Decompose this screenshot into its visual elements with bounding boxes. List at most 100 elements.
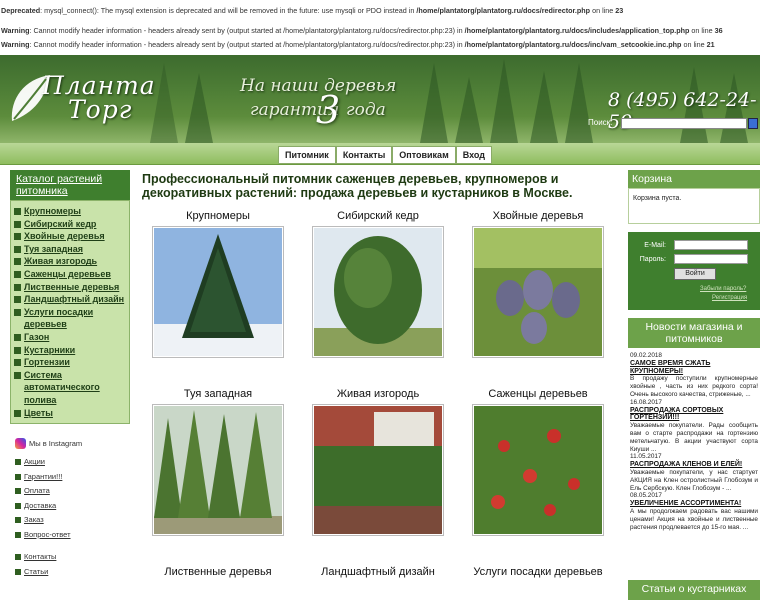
php-warning-1: Deprecated: mysql_connect(): The mysql e… <box>1 6 624 15</box>
catalog-item[interactable]: Крупномеры <box>14 205 126 218</box>
square-bullet-icon <box>14 409 21 417</box>
news-title[interactable]: Новости магазина и питомников <box>628 318 760 348</box>
catalog-item[interactable]: Система автоматического полива <box>14 369 126 407</box>
news-date: 08.05.2017 <box>630 492 662 500</box>
forgot-password-link[interactable]: Забыли пароль? <box>700 286 746 292</box>
catalog-item[interactable]: Хвойные деревья <box>14 230 126 243</box>
news-item: 08.05.2017 УВЕЛИЧЕНИЕ АССОРТИМЕНТА! А мы… <box>630 492 758 531</box>
catalog-item[interactable]: Ландшафтный дизайн <box>14 293 126 306</box>
instagram-icon <box>15 438 26 450</box>
product-title[interactable]: Живая изгородь <box>310 388 446 404</box>
news-text: А мы продолжаем радовать вас нашими цена… <box>630 507 758 531</box>
square-bullet-icon <box>15 473 21 480</box>
square-bullet-icon <box>15 517 21 524</box>
slogan-line-3: года <box>346 100 386 120</box>
news-headline[interactable]: РАСПРОДАЖА КЛЕНОВ И ЕЛЕЙ! <box>630 461 758 469</box>
product-title[interactable]: Туя западная <box>150 388 286 404</box>
product-card[interactable]: Сибирский кедр <box>310 210 446 358</box>
email-label: E-Mail: <box>644 242 666 249</box>
product-card[interactable]: Ландшафтный дизайн <box>310 566 446 582</box>
catalog-item[interactable]: Сибирский кедр <box>14 218 126 231</box>
product-card[interactable]: Живая изгородь <box>310 388 446 536</box>
square-bullet-icon <box>14 359 21 367</box>
nav-login[interactable]: Вход <box>455 146 492 164</box>
product-title[interactable]: Сибирский кедр <box>310 210 446 226</box>
square-bullet-icon <box>15 568 21 575</box>
password-field[interactable] <box>674 254 748 264</box>
slogan-number: 3 <box>316 88 341 132</box>
catalog-item[interactable]: Цветы <box>14 407 126 420</box>
logo-text-torg: Торг <box>68 95 133 124</box>
product-title[interactable]: Ландшафтный дизайн <box>310 566 446 582</box>
info-link[interactable]: Гарантии!!! <box>10 470 130 485</box>
articles-title[interactable]: Статьи о кустарниках <box>628 580 760 600</box>
info-link[interactable]: Доставка <box>10 499 130 514</box>
product-image[interactable] <box>472 226 604 358</box>
info-link[interactable]: Заказ <box>10 513 130 528</box>
product-card[interactable]: Саженцы деревьев <box>470 388 606 536</box>
product-card[interactable]: Крупномеры <box>150 210 286 358</box>
news-headline[interactable]: УВЕЛИЧЕНИЕ АССОРТИМЕНТА! <box>630 500 758 508</box>
news-list: 09.02.2018 САМОЕ ВРЕМЯ СЖАТЬ КРУПНОМЕРЫ!… <box>628 348 760 531</box>
news-date: 09.02.2018 <box>630 352 662 359</box>
news-text: Уважаемые покупатели. Рады сообщить вам … <box>630 422 758 453</box>
product-title[interactable]: Лиственные деревья <box>150 566 286 582</box>
product-card[interactable]: Хвойные деревья <box>470 210 606 358</box>
product-image[interactable] <box>472 404 604 536</box>
catalog-list: Крупномеры Сибирский кедр Хвойные деревь… <box>10 200 130 425</box>
left-sidebar: Каталог растений питомника Крупномеры Си… <box>10 170 130 579</box>
cart-status: Корзина пуста. <box>628 188 760 224</box>
product-card[interactable]: Лиственные деревья <box>150 566 286 582</box>
nav-contacts[interactable]: Контакты <box>335 146 393 164</box>
news-date: 16.08.2017 <box>630 398 662 406</box>
nav-wholesale[interactable]: Оптовикам <box>392 146 456 164</box>
news-headline[interactable]: САМОЕ ВРЕМЯ СЖАТЬ КРУПНОМЕРЫ! <box>630 360 758 376</box>
catalog-item[interactable]: Туя западная <box>14 243 126 256</box>
login-button[interactable]: Войти <box>674 268 716 280</box>
info-link[interactable]: Статьи <box>10 565 130 580</box>
product-title[interactable]: Саженцы деревьев <box>470 388 606 404</box>
product-image[interactable] <box>312 226 444 358</box>
product-card[interactable]: Услуги посадки деревьев <box>450 566 626 582</box>
email-field[interactable] <box>674 240 748 250</box>
square-bullet-icon <box>14 208 21 215</box>
news-headline[interactable]: РАСПРОДАЖА СОРТОВЫХ ГОРТЕНЗИЙ!!! <box>630 407 758 423</box>
catalog-item[interactable]: Кустарники <box>14 344 126 357</box>
news-item: 16.08.2017 РАСПРОДАЖА СОРТОВЫХ ГОРТЕНЗИЙ… <box>630 399 758 454</box>
catalog-item[interactable]: Гортензии <box>14 356 126 369</box>
product-image[interactable] <box>152 404 284 536</box>
instagram-link[interactable]: Мы в Instagram <box>10 438 130 450</box>
info-link[interactable]: Вопрос-ответ <box>10 528 130 543</box>
square-bullet-icon <box>14 258 21 266</box>
nav-pitomnik[interactable]: Питомник <box>278 146 336 164</box>
right-sidebar: Корзина Корзина пуста. E-Mail: Пароль: В… <box>628 170 760 531</box>
square-bullet-icon <box>14 233 21 241</box>
site-logo[interactable]: Планта Торг <box>6 69 155 129</box>
product-card[interactable]: Туя западная <box>150 388 286 536</box>
catalog-title[interactable]: Каталог растений питомника <box>10 170 130 200</box>
product-image[interactable] <box>312 404 444 536</box>
info-link[interactable]: Акции <box>10 455 130 470</box>
product-title[interactable]: Крупномеры <box>150 210 286 226</box>
catalog-item[interactable]: Живая изгородь <box>14 255 126 268</box>
news-item: 11.05.2017 РАСПРОДАЖА КЛЕНОВ И ЕЛЕЙ! Ува… <box>630 453 758 492</box>
catalog-item[interactable]: Саженцы деревьев <box>14 268 126 281</box>
product-title[interactable]: Хвойные деревья <box>470 210 606 226</box>
product-title[interactable]: Услуги посадки деревьев <box>450 566 626 582</box>
square-bullet-icon <box>14 296 21 304</box>
password-label: Пароль: <box>639 256 666 263</box>
info-link[interactable]: Оплата <box>10 484 130 499</box>
square-bullet-icon <box>14 245 21 253</box>
search-input[interactable] <box>621 118 747 129</box>
catalog-item[interactable]: Услуги посадки деревьев <box>14 306 126 331</box>
product-image[interactable] <box>152 226 284 358</box>
catalog-item[interactable]: Лиственные деревья <box>14 281 126 294</box>
cart-title[interactable]: Корзина <box>628 170 760 188</box>
search-button[interactable] <box>748 118 758 129</box>
square-bullet-icon <box>14 220 21 228</box>
site-header: Планта Торг На наши деревья гарантия 3 г… <box>0 55 760 143</box>
register-link[interactable]: Регистрация <box>712 295 747 301</box>
catalog-item[interactable]: Газон <box>14 331 126 344</box>
info-link[interactable]: Контакты <box>10 550 130 565</box>
square-bullet-icon <box>14 371 21 379</box>
